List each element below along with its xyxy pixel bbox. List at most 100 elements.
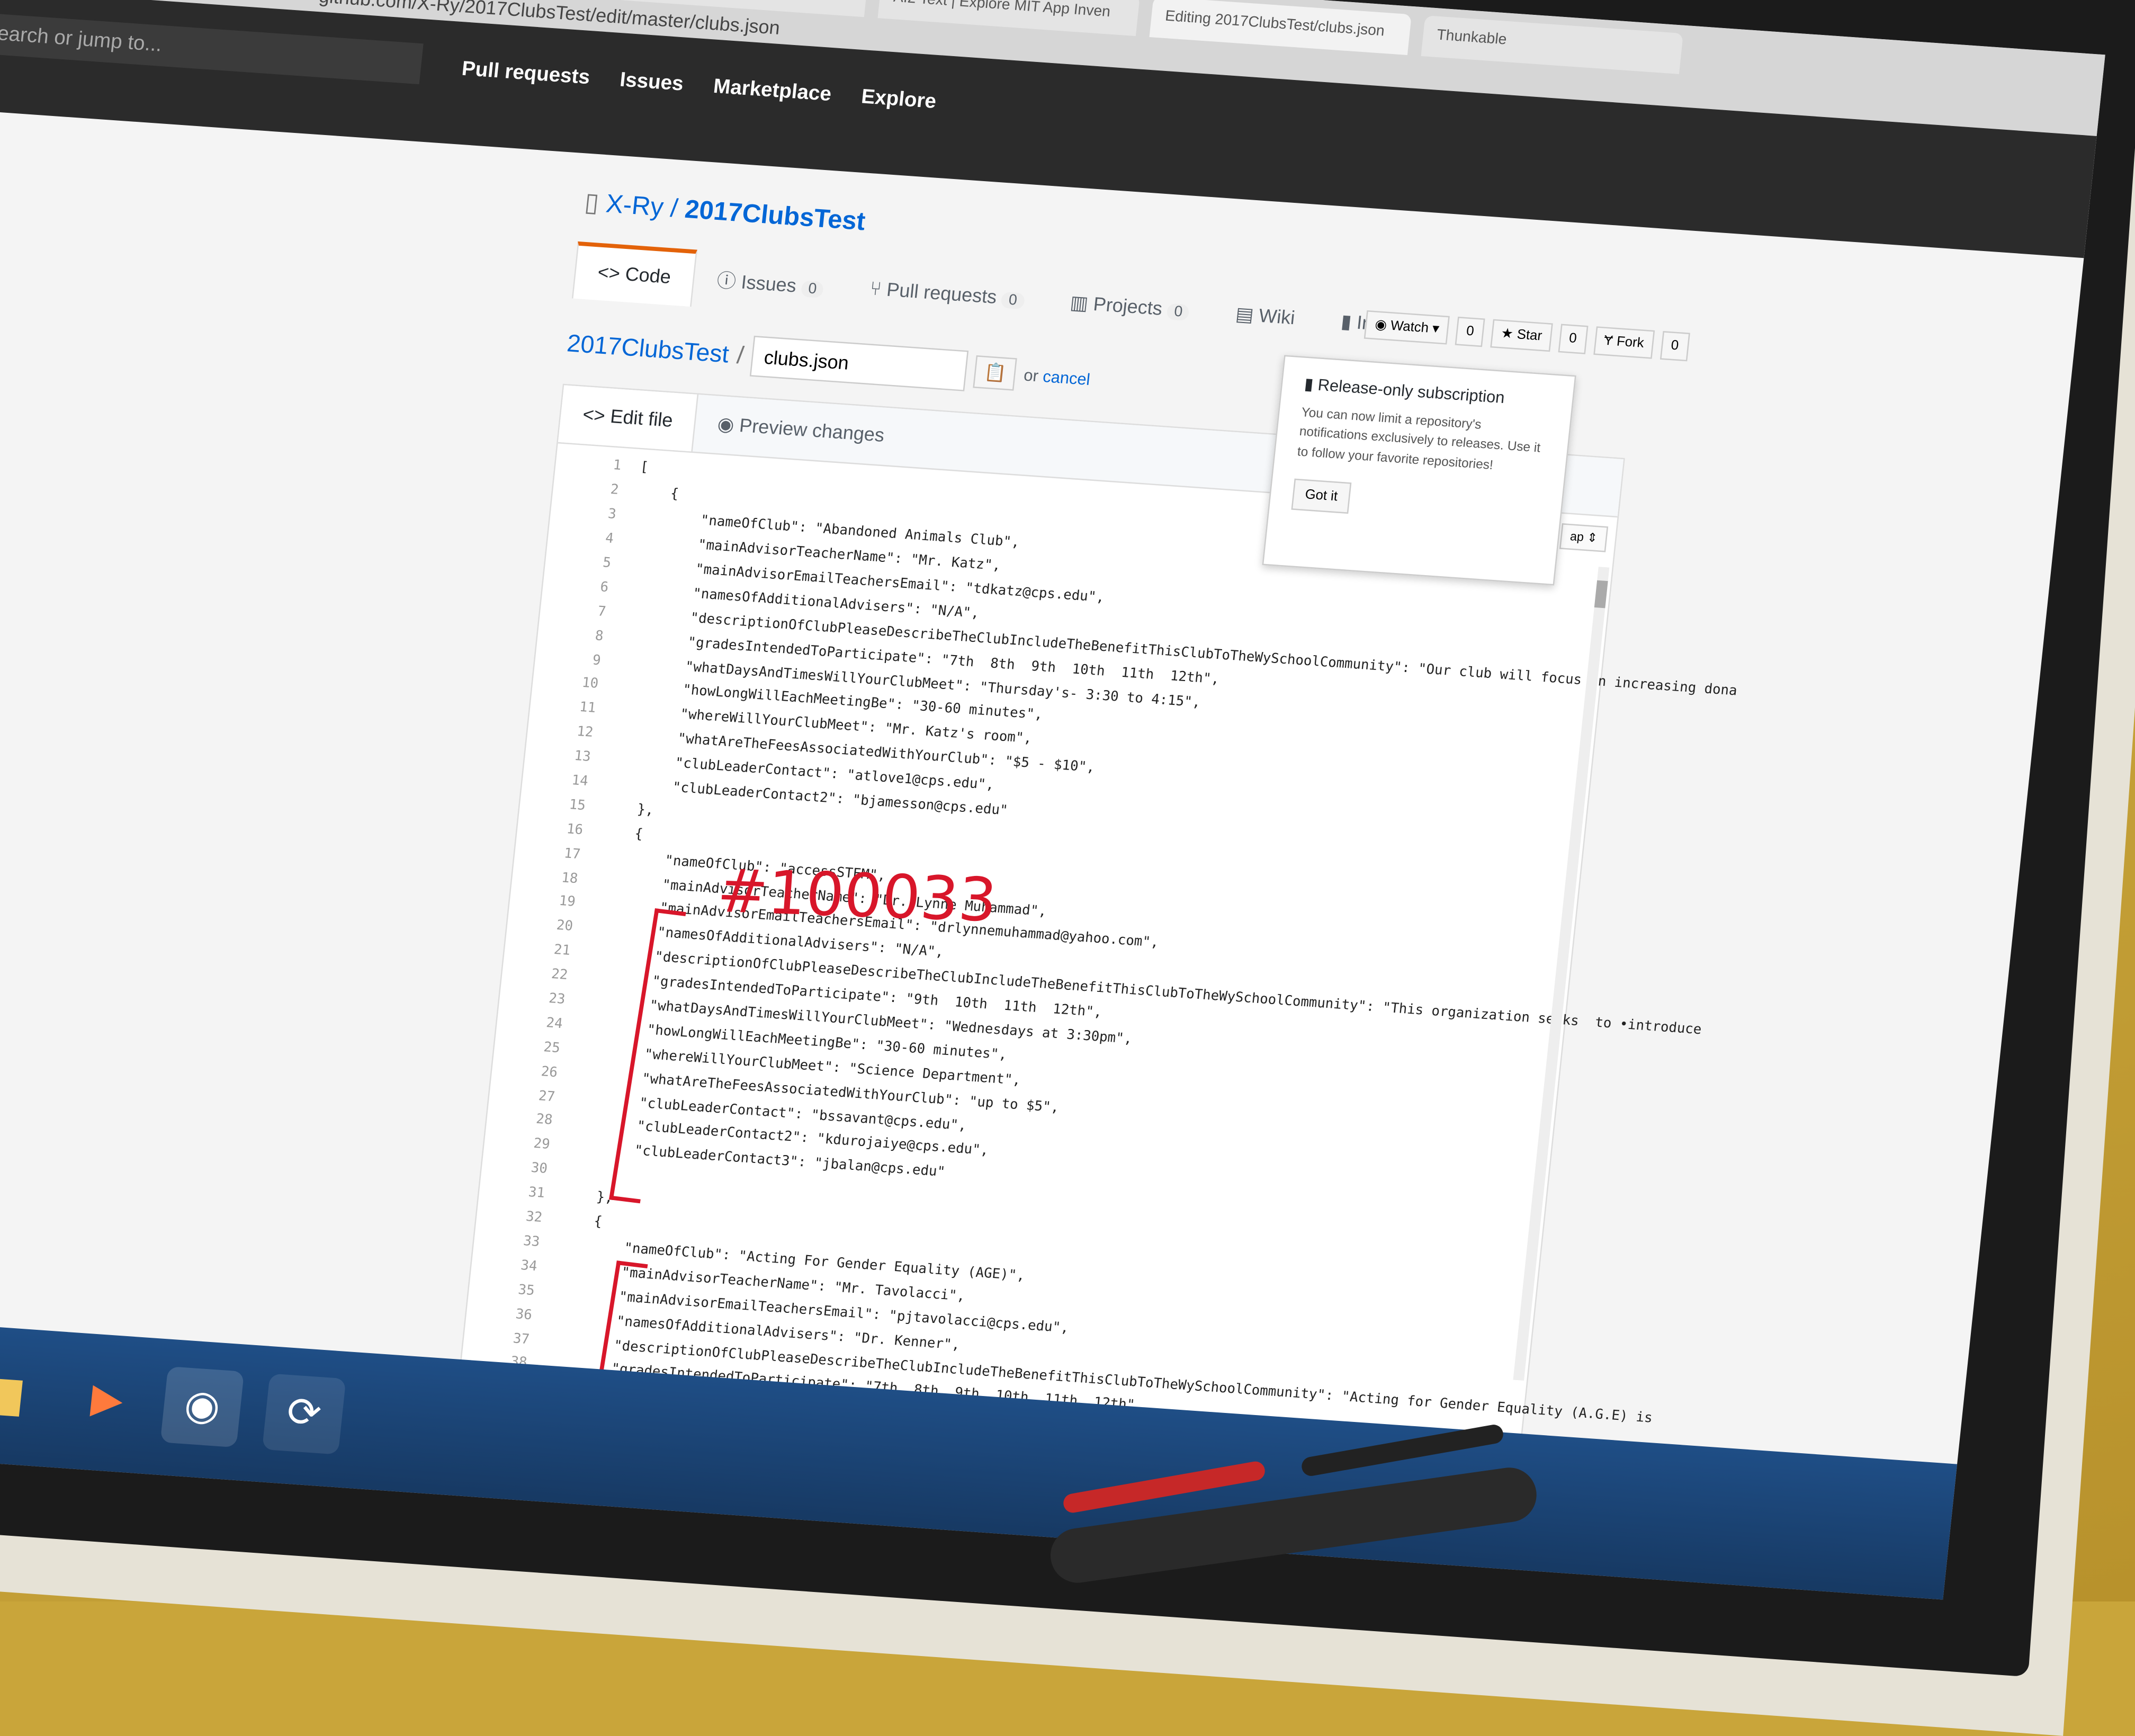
- line-number: 17: [563, 846, 581, 863]
- cancel-link[interactable]: cancel: [1042, 367, 1091, 389]
- breadcrumb-separator: /: [735, 341, 746, 369]
- popover-title: Release-only subscription: [1317, 375, 1506, 407]
- tab-preview-changes[interactable]: ◉ Preview changes: [693, 395, 909, 466]
- line-number: 19: [558, 894, 576, 911]
- tab-code[interactable]: <> Code: [571, 241, 697, 307]
- tab-projects[interactable]: ▥ Projects 0: [1044, 274, 1215, 343]
- line-number: 32: [525, 1210, 543, 1226]
- line-number: 33: [522, 1234, 541, 1250]
- code-icon: <>: [596, 261, 627, 284]
- release-subscription-popover: ▮ Release-only subscription You can now …: [1262, 355, 1576, 586]
- line-number: 30: [530, 1161, 548, 1178]
- social-buttons: ◉ Watch ▾ 0 ★ Star 0 Ɏ Fork 0: [1363, 310, 1690, 362]
- insights-icon: ▮: [1340, 310, 1358, 333]
- tab-label: Wiki: [1258, 304, 1296, 329]
- got-it-button[interactable]: Got it: [1291, 478, 1352, 514]
- line-text: {: [636, 485, 679, 503]
- wiki-icon: ▤: [1234, 302, 1260, 326]
- search-input[interactable]: Search or jump to...: [0, 12, 424, 85]
- filename-input[interactable]: [750, 335, 969, 391]
- line-number: 35: [517, 1282, 535, 1299]
- tab-label: Issues: [740, 271, 797, 297]
- nav-issues[interactable]: Issues: [618, 68, 684, 96]
- line-number: 5: [602, 556, 612, 571]
- nav-marketplace[interactable]: Marketplace: [712, 75, 832, 106]
- line-number: 20: [555, 919, 574, 935]
- file-breadcrumb: 2017ClubsTest / 📋 or cancel: [565, 323, 1092, 400]
- star-count[interactable]: 0: [1558, 324, 1588, 354]
- fork-button[interactable]: Ɏ Fork: [1593, 326, 1655, 359]
- line-number: 9: [591, 652, 602, 668]
- line-number: 1: [612, 459, 622, 475]
- breadcrumb-repo-link[interactable]: 2017ClubsTest: [566, 329, 730, 369]
- tab-label: Preview changes: [738, 414, 886, 446]
- chrome-icon[interactable]: ◉: [160, 1366, 245, 1448]
- star-button[interactable]: ★ Star: [1490, 319, 1553, 352]
- tab-label: Pull requests: [885, 278, 998, 308]
- line-text: },: [563, 1188, 614, 1207]
- app-icon[interactable]: ⟳: [262, 1373, 346, 1455]
- watch-button[interactable]: ◉ Watch ▾: [1363, 310, 1450, 345]
- tab-label: Edit file: [609, 405, 674, 431]
- tab-edit-file[interactable]: <> Edit file: [558, 385, 699, 452]
- line-text: {: [601, 824, 644, 843]
- file-explorer-icon[interactable]: ▆: [0, 1353, 47, 1434]
- line-number: 12: [576, 724, 594, 741]
- fork-icon: Ɏ: [1603, 334, 1618, 350]
- line-text: {: [560, 1212, 603, 1230]
- fork-count[interactable]: 0: [1659, 330, 1690, 362]
- fork-label: Fork: [1616, 334, 1645, 352]
- repo-separator: /: [669, 194, 679, 224]
- project-icon: ▥: [1069, 291, 1095, 315]
- eye-icon: ◉: [1374, 317, 1392, 334]
- nav-pull-requests[interactable]: Pull requests: [461, 57, 591, 89]
- line-number: 31: [527, 1185, 546, 1202]
- line-number: 23: [548, 991, 566, 1008]
- tab-wiki[interactable]: ▤ Wiki: [1209, 286, 1321, 350]
- line-number: 3: [607, 507, 617, 523]
- line-number: 10: [581, 676, 599, 693]
- star-icon: ★: [1500, 326, 1518, 343]
- or-text: or: [1022, 365, 1039, 386]
- line-number: 14: [571, 773, 589, 790]
- line-number: 13: [573, 749, 591, 766]
- line-number: 15: [568, 798, 587, 814]
- header-nav: Pull requests Issues Marketplace Explore: [461, 57, 962, 115]
- tab-pull-requests[interactable]: ⑂ Pull requests 0: [844, 261, 1049, 332]
- line-number: 8: [594, 628, 604, 645]
- watch-count[interactable]: 0: [1455, 316, 1485, 347]
- repo-name-link[interactable]: 2017ClubsTest: [684, 196, 867, 237]
- code-icon: <>: [581, 402, 612, 427]
- line-text: [: [639, 461, 649, 477]
- popover-body: You can now limit a repository's notific…: [1296, 405, 1541, 473]
- line-number: 37: [512, 1331, 531, 1347]
- line-number: 11: [578, 701, 597, 717]
- line-number: 28: [535, 1113, 553, 1129]
- line-number: 6: [599, 580, 609, 596]
- tab-label: Code: [624, 262, 672, 288]
- line-number: 22: [550, 967, 569, 984]
- eye-icon: ◉: [716, 412, 741, 436]
- star-label: Star: [1516, 327, 1543, 345]
- cancel-text: or cancel: [1023, 365, 1091, 389]
- line-number: 16: [566, 822, 584, 838]
- media-player-icon[interactable]: ▶: [65, 1359, 149, 1440]
- line-number: 4: [604, 531, 615, 548]
- issue-icon: ⓘ: [715, 269, 743, 293]
- tab-label: Projects: [1092, 292, 1164, 319]
- line-number: 25: [543, 1040, 561, 1057]
- line-number: 7: [597, 604, 607, 620]
- count-badge: 0: [1166, 303, 1190, 321]
- line-number: 34: [519, 1258, 538, 1275]
- pull-request-icon: ⑂: [869, 277, 888, 300]
- line-number: 27: [537, 1088, 556, 1105]
- repo-owner-link[interactable]: X-Ry: [605, 190, 665, 222]
- screen: WY Club form (Responses) - Goo AI2 Text …: [0, 0, 2105, 1600]
- line-number: 21: [553, 943, 571, 960]
- clipboard-icon[interactable]: 📋: [973, 355, 1018, 391]
- line-number: 18: [560, 870, 579, 887]
- nav-explore[interactable]: Explore: [860, 85, 937, 113]
- count-badge: 0: [1001, 291, 1025, 310]
- tab-issues[interactable]: ⓘ Issues 0: [691, 250, 850, 318]
- count-badge: 0: [800, 280, 824, 298]
